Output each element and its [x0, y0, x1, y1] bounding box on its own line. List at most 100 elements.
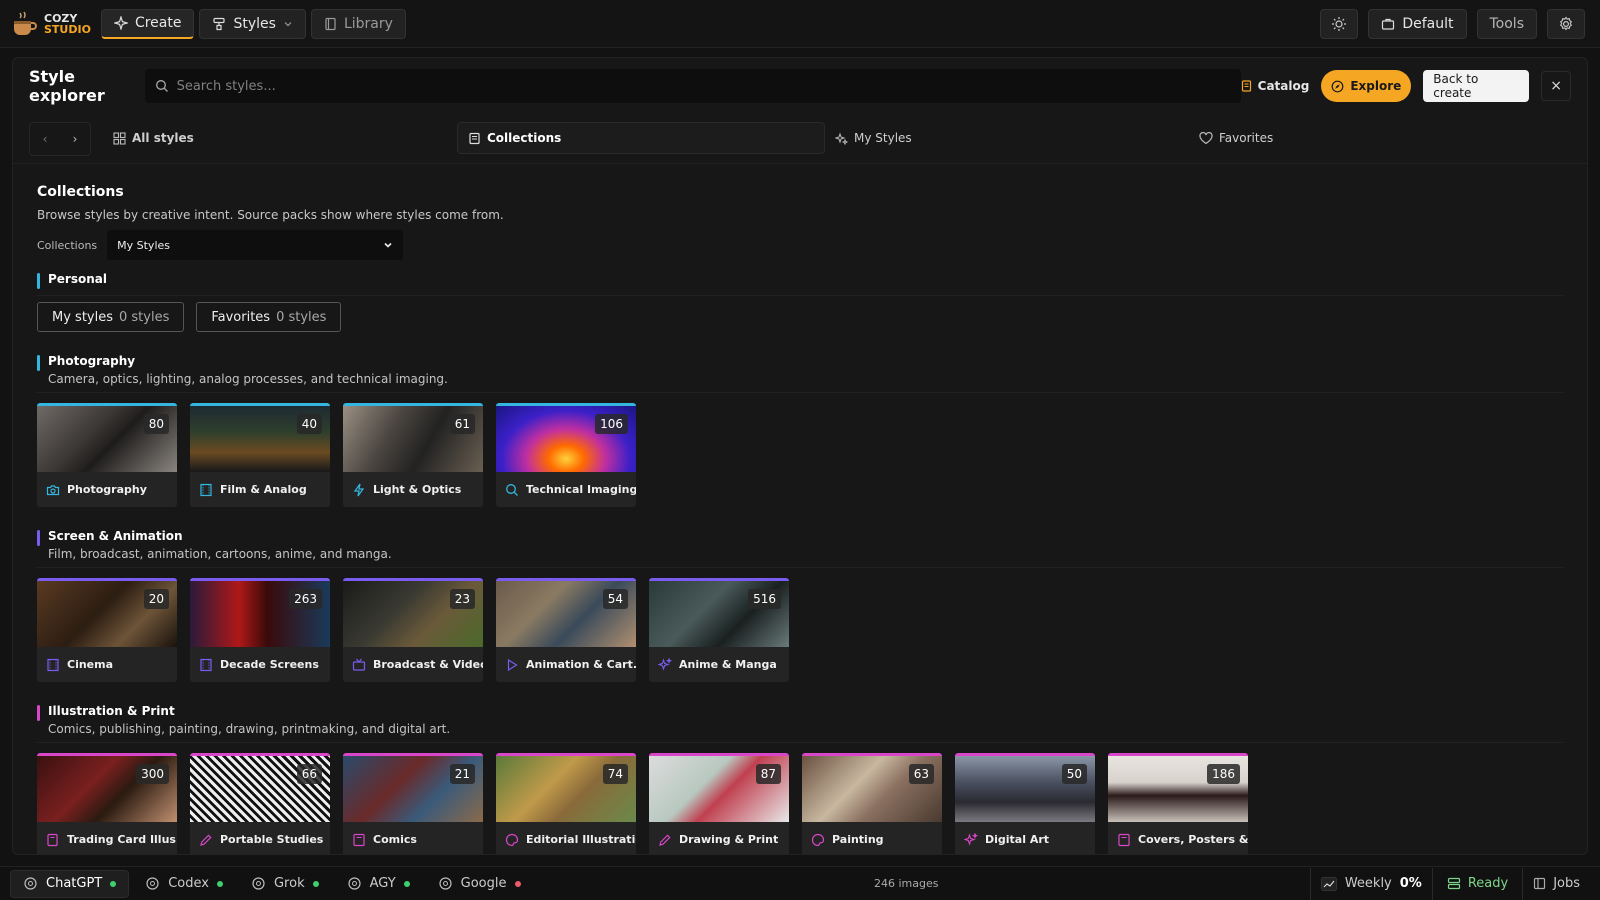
catalog-button[interactable]: Catalog: [1241, 79, 1309, 93]
style-count-badge: 87: [755, 764, 781, 784]
collection-card[interactable]: 87 Drawing & Print: [649, 753, 789, 854]
bolt-icon: [353, 483, 365, 496]
section-title: Screen & Animation: [48, 529, 183, 543]
library-button[interactable]: Library: [310, 8, 406, 39]
tools-button[interactable]: Tools: [1476, 8, 1537, 39]
collection-card[interactable]: 21 Comics: [343, 753, 483, 854]
chevron-left-icon[interactable]: ‹: [43, 132, 48, 146]
sun-icon: [1332, 16, 1347, 31]
collection-card[interactable]: 106 Technical Imaging: [496, 403, 636, 507]
style-count-badge: 80: [143, 414, 169, 434]
provider-codex[interactable]: Codex: [133, 870, 235, 898]
collection-card[interactable]: 186 Covers, Posters & ...: [1108, 753, 1248, 854]
collection-card[interactable]: 63 Painting: [802, 753, 942, 854]
styles-icon: [213, 17, 226, 30]
explore-label: Explore: [1350, 79, 1402, 93]
profile-label: Default: [1402, 15, 1454, 32]
provider-name: Grok: [273, 876, 305, 891]
collection-card[interactable]: 20 Cinema: [37, 578, 177, 682]
profile-default-button[interactable]: Default: [1368, 8, 1467, 39]
tab-favorites[interactable]: Favorites: [1189, 122, 1283, 154]
card-thumbnail: 516: [649, 581, 789, 647]
compass-icon: [1331, 80, 1344, 92]
theme-toggle-button[interactable]: [1320, 8, 1359, 39]
library-icon: [325, 17, 336, 30]
explorer-header: Style explorer Catalog Explore Back to c…: [13, 58, 1587, 114]
heart-icon: [1199, 131, 1213, 144]
ready-status[interactable]: Ready: [1431, 867, 1522, 900]
collection-card[interactable]: 263 Decade Screens: [190, 578, 330, 682]
collection-card[interactable]: 66 Portable Studies: [190, 753, 330, 854]
sparkle-icon: [658, 657, 672, 671]
collection-card[interactable]: 40 Film & Analog: [190, 403, 330, 507]
style-count-badge: 300: [136, 764, 169, 784]
weekly-usage[interactable]: Weekly 0%: [1309, 867, 1432, 900]
card-row: 300 Trading Card Illus... 66 Portable St…: [37, 753, 1563, 854]
film-icon: [200, 658, 212, 671]
card-label: Cinema: [67, 658, 114, 671]
history-nav: ‹ ›: [29, 121, 91, 156]
close-icon: ×: [1550, 78, 1563, 94]
create-button[interactable]: Create: [100, 8, 195, 39]
provider-name: Google: [460, 876, 507, 891]
usage-chart-icon: [1320, 876, 1337, 891]
coffee-mug-icon: [14, 11, 37, 35]
tab-my-styles[interactable]: My Styles: [825, 122, 922, 154]
pill-count: 0 styles: [276, 309, 327, 325]
section-accent-bar: [37, 355, 40, 371]
tab-all-label: All styles: [132, 131, 194, 145]
pill-favorites[interactable]: Favorites 0 styles: [196, 302, 342, 332]
collection-card[interactable]: 50 Digital Art: [955, 753, 1095, 854]
collection-card[interactable]: 516 Anime & Manga: [649, 578, 789, 682]
briefcase-icon: [1382, 18, 1395, 30]
card-label: Portable Studies: [220, 833, 324, 846]
search-input[interactable]: [176, 78, 1177, 94]
collections-select-label: Collections: [37, 238, 98, 252]
provider-name: Codex: [168, 876, 209, 891]
collection-card[interactable]: 300 Trading Card Illus...: [37, 753, 177, 854]
styles-button[interactable]: Styles: [199, 8, 306, 39]
card-thumbnail: 74: [496, 756, 636, 822]
card-label: Technical Imaging: [526, 483, 636, 496]
create-label: Create: [134, 15, 182, 31]
collection-card[interactable]: 74 Editorial Illustration: [496, 753, 636, 854]
collection-card[interactable]: 54 Animation & Cart...: [496, 578, 636, 682]
pill-count: 0 styles: [119, 309, 170, 325]
card-label: Covers, Posters & ...: [1138, 833, 1248, 846]
collection-card[interactable]: 80 Photography: [37, 403, 177, 507]
collections-description: Browse styles by creative intent. Source…: [37, 208, 504, 222]
chevron-right-icon[interactable]: ›: [73, 132, 78, 146]
provider-status-dot: [514, 880, 521, 887]
section-accent-bar: [37, 530, 40, 546]
card-thumbnail: 263: [190, 581, 330, 647]
collections-select[interactable]: My Styles: [107, 230, 404, 260]
provider-chatgpt[interactable]: ChatGPT: [10, 869, 130, 898]
film-icon: [47, 658, 59, 671]
provider-logo-icon: [146, 877, 159, 890]
app-logo[interactable]: COZY STUDIO: [10, 10, 91, 38]
explore-button[interactable]: Explore: [1321, 70, 1412, 102]
collection-card[interactable]: 61 Light & Optics: [343, 403, 483, 507]
tab-collections[interactable]: Collections: [457, 122, 825, 154]
collection-card[interactable]: 23 Broadcast & Video: [343, 578, 483, 682]
provider-grok[interactable]: Grok: [239, 870, 331, 898]
card-label: Animation & Cart...: [526, 658, 636, 671]
search-box[interactable]: [144, 69, 1241, 103]
provider-google[interactable]: Google: [426, 870, 533, 898]
card-label: Anime & Manga: [679, 658, 777, 671]
server-icon: [1447, 877, 1460, 890]
section-accent-bar: [37, 273, 40, 289]
tab-all-styles[interactable]: All styles: [103, 122, 204, 154]
settings-button[interactable]: [1547, 8, 1585, 39]
back-to-create-button[interactable]: Back to create: [1423, 70, 1530, 102]
card-thumbnail: 20: [37, 581, 177, 647]
pill-label: Favorites: [211, 309, 271, 325]
close-explorer-button[interactable]: ×: [1541, 71, 1571, 101]
pill-my-styles[interactable]: My styles 0 styles: [37, 302, 185, 332]
provider-agy[interactable]: AGY: [335, 870, 422, 898]
palette-icon: [811, 833, 825, 846]
jobs-button[interactable]: Jobs: [1522, 867, 1590, 900]
provider-logo-icon: [348, 877, 361, 890]
card-label: Film & Analog: [220, 483, 307, 496]
provider-name: ChatGPT: [46, 876, 103, 891]
